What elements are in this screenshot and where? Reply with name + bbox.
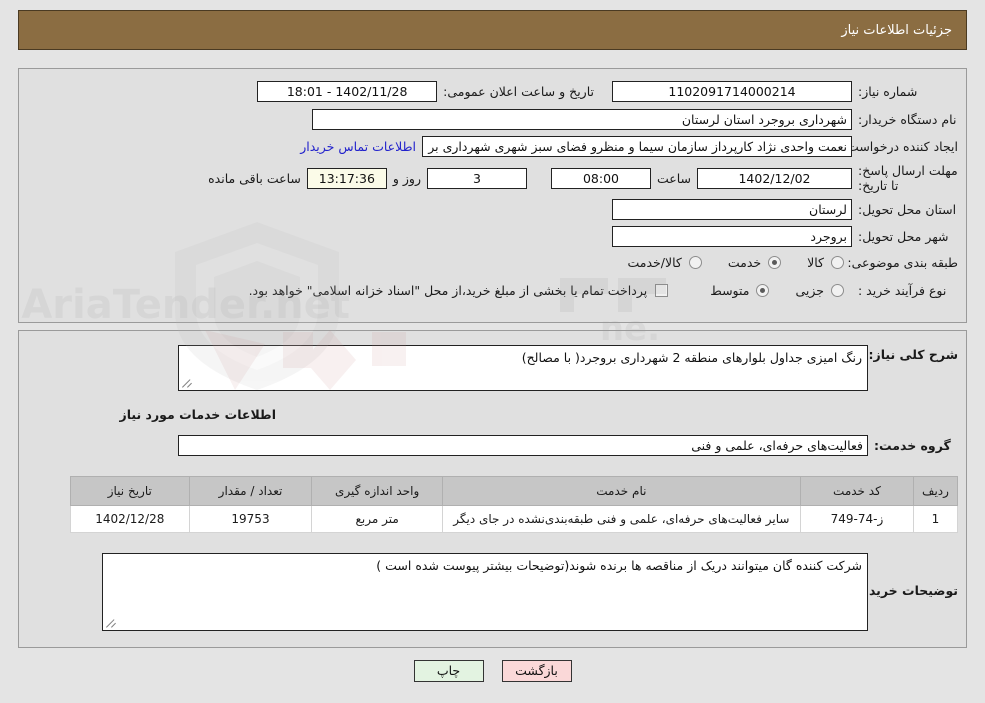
purchase-process-radio-group[interactable]: جزیی متوسط <box>684 283 844 298</box>
general-description-textarea[interactable]: رنگ امیزی جداول بلوارهای منطقه 2 شهرداری… <box>178 345 868 391</box>
radio-icon-kala-khedmat[interactable] <box>688 256 702 269</box>
general-description-label: شرح کلی نیاز: <box>868 347 958 362</box>
public-announcement-label: تاریخ و ساعت اعلان عمومی: <box>443 84 594 99</box>
public-announcement-value: 1402/11/28 - 18:01 <box>257 81 438 102</box>
radio-label-kala: کالا <box>807 255 824 270</box>
cell-need-date: 1402/12/28 <box>70 505 190 533</box>
services-section-heading: اطلاعات خدمات مورد نیاز <box>119 407 277 422</box>
radio-label-kala-khedmat: کالا/خدمت <box>627 255 682 270</box>
radio-icon-jozii[interactable] <box>831 284 844 297</box>
deadline-row: مهلت ارسال پاسخ: تا تاریخ: 1402/12/02 سا… <box>202 163 958 193</box>
cell-service-code: ز-74-749 <box>799 505 915 533</box>
treasury-note-text: پرداخت تمام یا بخشی از مبلغ خرید،از محل … <box>248 283 648 298</box>
delivery-province-value: لرستان <box>612 199 852 220</box>
buyer-org-label: نام دستگاه خریدار: <box>858 112 957 127</box>
delivery-city-row: شهر محل تحویل: بروجرد <box>612 226 958 247</box>
print-button[interactable]: چاپ <box>413 660 484 682</box>
deadline-time: 08:00 <box>550 167 651 189</box>
delivery-province-label: استان محل تحویل: <box>858 202 957 217</box>
radio-label-motevaset: متوسط <box>710 283 750 298</box>
col-header-service-code: کد خدمت <box>799 476 915 506</box>
purchase-process-label: نوع فرآیند خرید : <box>858 283 947 298</box>
buyer-notes-textarea[interactable]: شرکت کننده گان میتوانند دریک از مناقصه ه… <box>102 553 868 631</box>
subject-class-radio-group[interactable]: کالا خدمت کالا/خدمت <box>601 255 844 270</box>
col-header-unit: واحد اندازه گیری <box>311 476 443 506</box>
buyer-notes-value: شرکت کننده گان میتوانند دریک از مناقصه ه… <box>376 558 862 573</box>
radio-option-kala-khedmat[interactable]: کالا/خدمت <box>627 255 702 270</box>
buyer-org-row: نام دستگاه خریدار: شهرداری بروجرد استان … <box>312 109 958 130</box>
need-summary-panel: شماره نیاز: 1102091714000214 تاریخ و ساع… <box>18 68 967 323</box>
request-creator-label: ایجاد کننده درخواست: <box>842 139 958 154</box>
col-header-need-date: تاریخ نیاز <box>70 476 190 506</box>
radio-icon-kala[interactable] <box>831 256 844 269</box>
delivery-city-value: بروجرد <box>612 226 852 247</box>
need-details-panel: شرح کلی نیاز: رنگ امیزی جداول بلوارهای م… <box>18 330 967 648</box>
delivery-province-row: استان محل تحویل: لرستان <box>612 199 958 220</box>
subject-class-row: طبقه بندی موضوعی: کالا خدمت کالا/خدمت <box>601 255 958 270</box>
cell-row-no: 1 <box>913 505 958 533</box>
deadline-days: 3 <box>426 167 527 189</box>
buyer-org-value: شهرداری بروجرد استان لرستان <box>312 109 852 130</box>
need-number-row: شماره نیاز: 1102091714000214 تاریخ و ساع… <box>257 81 958 102</box>
cell-quantity: 19753 <box>188 505 313 533</box>
treasury-checkbox[interactable] <box>655 284 669 297</box>
back-button[interactable]: بازگشت <box>501 660 572 682</box>
purchase-process-row: نوع فرآیند خرید : جزیی متوسط پرداخت تمام… <box>249 283 958 298</box>
subject-class-label: طبقه بندی موضوعی: <box>847 255 958 270</box>
radio-label-jozii: جزیی <box>795 283 824 298</box>
radio-option-kala[interactable]: کالا <box>807 255 844 270</box>
deadline-days-label: روز و <box>392 170 421 186</box>
col-header-row-no: ردیف <box>913 476 958 506</box>
general-description-value: رنگ امیزی جداول بلوارهای منطقه 2 شهرداری… <box>521 350 862 365</box>
buyer-notes-label: توضیحات خریدار: <box>852 583 958 598</box>
delivery-city-label: شهر محل تحویل: <box>858 229 949 244</box>
action-button-row: بازگشت چاپ <box>0 660 985 682</box>
window-title-bar: جزئیات اطلاعات نیاز <box>18 10 967 50</box>
col-header-service-name: نام خدمت <box>441 476 801 506</box>
page-title: جزئیات اطلاعات نیاز <box>841 22 952 38</box>
radio-label-khedmat: خدمت <box>727 255 762 270</box>
resize-grip-icon[interactable] <box>182 378 192 388</box>
need-number-label: شماره نیاز: <box>858 84 918 99</box>
page-root: AriaTender.net .ne جزئیات اطلاعات نیاز ش… <box>0 0 985 703</box>
deadline-time-label: ساعت <box>656 170 691 186</box>
radio-option-jozii[interactable]: جزیی <box>795 283 844 298</box>
radio-option-motevaset[interactable]: متوسط <box>710 283 770 298</box>
request-creator-value: نعمت واحدی نژاد کارپرداز سازمان سیما و م… <box>422 136 852 157</box>
general-description-row: شرح کلی نیاز: رنگ امیزی جداول بلوارهای م… <box>178 345 958 391</box>
deadline-date: 1402/12/02 <box>697 167 852 189</box>
need-number-value: 1102091714000214 <box>612 81 852 102</box>
cell-service-name: سایر فعالیت‌های حرفه‌ای، علمی و فنی طبقه… <box>441 505 801 533</box>
services-table: ردیف کد خدمت نام خدمت واحد اندازه گیری ت… <box>70 476 958 533</box>
col-header-quantity: تعداد / مقدار <box>188 476 313 506</box>
buyer-contact-link[interactable]: اطلاعات تماس خریدار <box>300 139 416 154</box>
buyer-notes-row: توضیحات خریدار: شرکت کننده گان میتوانند … <box>102 553 958 631</box>
deadline-label: مهلت ارسال پاسخ: تا تاریخ: <box>858 163 958 193</box>
radio-icon-khedmat[interactable] <box>768 256 782 269</box>
table-header-row: ردیف کد خدمت نام خدمت واحد اندازه گیری ت… <box>70 476 958 506</box>
service-group-value: فعالیت‌های حرفه‌ای، علمی و فنی <box>178 435 868 456</box>
table-row: 1 ز-74-749 سایر فعالیت‌های حرفه‌ای، علمی… <box>70 505 958 533</box>
resize-grip-icon-2[interactable] <box>106 618 116 628</box>
service-group-label: گروه خدمت: <box>874 438 951 453</box>
deadline-remaining-label: ساعت باقی مانده <box>208 170 301 186</box>
deadline-remaining: 13:17:36 <box>306 167 387 189</box>
radio-icon-motevaset[interactable] <box>756 284 770 297</box>
request-creator-row: ایجاد کننده درخواست: نعمت واحدی نژاد کار… <box>300 136 958 157</box>
radio-option-khedmat[interactable]: خدمت <box>727 255 782 270</box>
cell-unit: متر مربع <box>311 505 443 533</box>
service-group-row: گروه خدمت: فعالیت‌های حرفه‌ای، علمی و فن… <box>178 435 958 456</box>
